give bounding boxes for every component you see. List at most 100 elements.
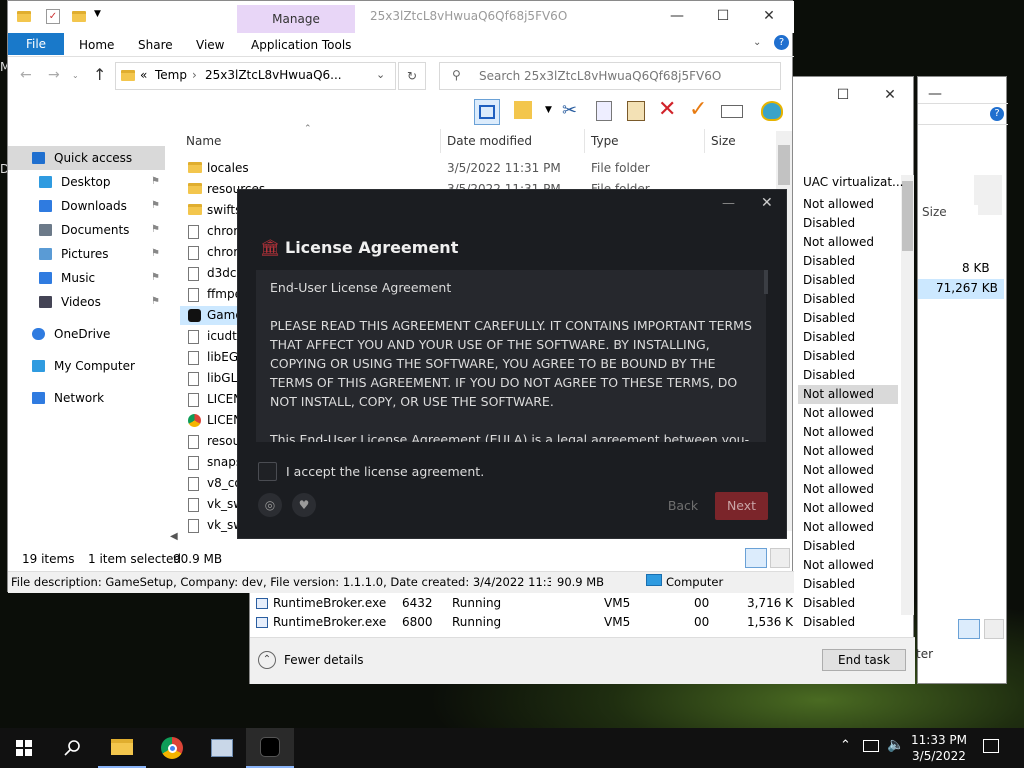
new-folder-icon[interactable]: [72, 11, 86, 22]
details-view-icon[interactable]: [958, 619, 980, 639]
nav-item-pictures[interactable]: Pictures ⚑: [8, 242, 165, 266]
network-icon[interactable]: [863, 740, 879, 752]
tiles-view-icon[interactable]: [770, 548, 790, 568]
uac-cell: Disabled: [803, 292, 856, 306]
nav-item-music[interactable]: Music ⚑: [8, 266, 165, 290]
notification-icon[interactable]: [983, 739, 999, 753]
clock[interactable]: 11:33 PM 3/5/2022: [909, 732, 969, 764]
column-type[interactable]: Type: [591, 134, 619, 148]
forward-arrow-icon[interactable]: →: [48, 67, 60, 83]
chevron-up-icon[interactable]: ⌃: [840, 738, 851, 753]
up-arrow-icon[interactable]: ↑: [93, 65, 106, 84]
rename-icon[interactable]: [721, 105, 743, 118]
search-input[interactable]: ⚲ Search 25x3lZtcL8vHwuaQ6Qf68j5FV6O: [439, 62, 781, 90]
nav-item-documents[interactable]: Documents ⚑: [8, 218, 165, 242]
next-button[interactable]: Next: [715, 492, 768, 520]
back-arrow-icon[interactable]: ←: [20, 67, 32, 83]
tab-application-tools[interactable]: Application Tools: [251, 35, 351, 55]
heart-icon[interactable]: ♥: [292, 493, 316, 517]
breadcrumb-overflow[interactable]: «: [140, 68, 147, 82]
start-button[interactable]: [0, 728, 48, 768]
help-icon[interactable]: ?: [774, 35, 789, 50]
uac-column-header[interactable]: UAC virtualizat...: [803, 175, 903, 189]
nav-item-my-computer[interactable]: My Computer: [8, 354, 165, 378]
nav-item-desktop[interactable]: Desktop ⚑: [8, 170, 165, 194]
gamesetup-taskbar-button[interactable]: [246, 728, 294, 768]
back-button[interactable]: Back: [654, 493, 712, 519]
accept-checkbox[interactable]: [258, 462, 277, 481]
file-explorer-taskbar-button[interactable]: [98, 728, 146, 768]
pin-icon[interactable]: ⚑: [151, 218, 160, 242]
tab-share[interactable]: Share: [138, 35, 173, 55]
details-view-icon[interactable]: [745, 548, 767, 568]
nav-item-network[interactable]: Network: [8, 386, 165, 410]
size-column-header[interactable]: Size: [922, 205, 947, 219]
close-icon[interactable]: ✕: [761, 195, 773, 211]
chevron-right-icon[interactable]: ›: [192, 68, 197, 82]
column-name[interactable]: Name: [186, 134, 221, 148]
copy-icon[interactable]: [596, 101, 612, 121]
close-icon[interactable]: ✕: [746, 1, 792, 31]
pin-icon[interactable]: ⚑: [151, 266, 160, 290]
process-row[interactable]: RuntimeBroker.exe 6800 Running VM5 00 1,…: [250, 613, 915, 632]
chrome-taskbar-button[interactable]: [148, 728, 196, 768]
tab-file[interactable]: File: [8, 33, 64, 55]
recent-locations-icon[interactable]: ⌄: [72, 71, 79, 80]
tab-home[interactable]: Home: [79, 35, 114, 55]
process-row[interactable]: RuntimeBroker.exe 6432 Running VM5 00 3,…: [250, 594, 915, 613]
close-icon[interactable]: ✕: [867, 80, 913, 110]
end-task-button[interactable]: End task: [822, 649, 906, 671]
eula-text-area[interactable]: End-User License Agreement PLEASE READ T…: [256, 270, 766, 442]
vertical-scrollbar[interactable]: [901, 175, 914, 615]
address-bar[interactable]: « Temp › 25x3lZtcL8vHwuaQ6... ⌄: [115, 62, 396, 90]
scroll-left-icon[interactable]: ◀: [170, 529, 240, 545]
license-dialog[interactable]: — ✕ 🏛 License Agreement End-User License…: [237, 189, 787, 539]
chevron-down-icon[interactable]: ⌄: [376, 68, 385, 81]
pin-icon[interactable]: ⚑: [151, 242, 160, 266]
nav-item-quick-access[interactable]: Quick access: [8, 146, 165, 170]
nav-item-onedrive[interactable]: OneDrive: [8, 322, 165, 346]
globe-icon[interactable]: ◎: [258, 493, 282, 517]
background-explorer-window[interactable]: — ? Size 8 KB 71,267 KB ter: [916, 76, 1008, 684]
help-icon[interactable]: ?: [990, 107, 1004, 121]
properties-icon[interactable]: ✓: [46, 9, 60, 24]
chevron-down-icon[interactable]: ▼: [545, 105, 552, 115]
accept-label[interactable]: I accept the license agreement.: [286, 464, 484, 479]
maximize-icon[interactable]: ☐: [820, 80, 866, 110]
refresh-icon[interactable]: ↻: [398, 62, 426, 90]
collapse-ribbon-icon[interactable]: ⌄: [753, 37, 761, 48]
fewer-details-link[interactable]: Fewer details: [284, 653, 364, 667]
paste-icon[interactable]: [627, 101, 645, 121]
cut-icon[interactable]: ✂: [562, 100, 577, 121]
maximize-icon[interactable]: ☐: [700, 1, 746, 31]
nav-item-downloads[interactable]: Downloads ⚑: [8, 194, 165, 218]
breadcrumb-folder[interactable]: 25x3lZtcL8vHwuaQ6...: [205, 68, 342, 82]
properties-folder-icon[interactable]: [514, 101, 532, 119]
minimize-icon[interactable]: —: [722, 196, 735, 211]
chevron-down-icon[interactable]: ▼: [94, 9, 101, 19]
column-size[interactable]: Size: [711, 134, 736, 148]
delete-icon[interactable]: ✕: [658, 97, 676, 122]
minimize-icon[interactable]: —: [654, 1, 700, 31]
file-row[interactable]: locales 3/5/2022 11:31 PM File folder: [180, 159, 770, 178]
checkmark-icon[interactable]: ✓: [689, 97, 707, 122]
chevron-up-icon[interactable]: ⌃: [258, 651, 276, 669]
tab-view[interactable]: View: [196, 35, 224, 55]
preview-pane-icon[interactable]: [474, 99, 500, 125]
eula-scrollbar[interactable]: [764, 270, 768, 294]
file-icon: [188, 267, 199, 281]
nav-item-label: My Computer: [54, 359, 135, 373]
nav-item-videos[interactable]: Videos ⚑: [8, 290, 165, 314]
volume-icon[interactable]: 🔈: [887, 737, 904, 753]
manage-contextual-tab[interactable]: Manage: [237, 5, 355, 33]
tiles-view-icon[interactable]: [984, 619, 1004, 639]
breadcrumb-temp[interactable]: Temp: [155, 68, 187, 82]
file-icon: [188, 498, 199, 512]
pin-icon[interactable]: ⚑: [151, 170, 160, 194]
pin-icon[interactable]: ⚑: [151, 290, 160, 314]
shell-icon[interactable]: [761, 101, 783, 121]
task-manager-taskbar-button[interactable]: [198, 728, 246, 768]
column-date-modified[interactable]: Date modified: [447, 134, 532, 148]
search-button[interactable]: [48, 728, 96, 768]
pin-icon[interactable]: ⚑: [151, 194, 160, 218]
